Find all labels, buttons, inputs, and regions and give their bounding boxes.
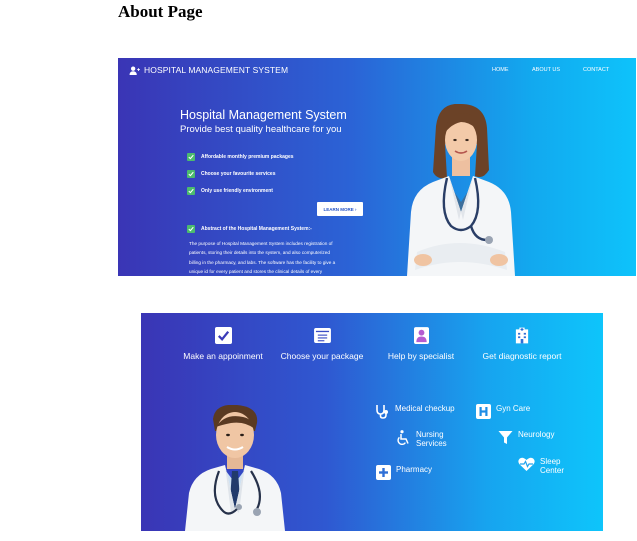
feature-check-item: Choose your favourite services [187,170,275,178]
check-label: Only use friendly environment [201,188,273,194]
service-label: Nursing Services [416,430,447,448]
doctor-image [185,405,285,531]
nav-about-us[interactable]: ABOUT US [532,67,560,73]
doctor-badge-icon [412,326,430,344]
stethoscope-icon [376,405,388,419]
hospital-h-icon [476,404,491,419]
service-label: Medical checkup [395,404,455,413]
wheelchair-icon [397,430,409,445]
check-icon [187,170,195,178]
hero-subtitle: Provide best quality healthcare for you [180,124,342,135]
feature-label: Choose your package [280,351,364,361]
nav-contact[interactable]: CONTACT [583,67,609,73]
service-pharmacy[interactable]: Pharmacy [376,465,432,480]
service-label: Sleep Center [540,457,564,475]
service-label-line: Sleep [540,457,561,466]
nav-home[interactable]: HOME [492,67,509,73]
hero-title: Hospital Management System [180,108,347,122]
feature-label: Get diagnostic report [482,351,562,361]
feature-check-item: Only use friendly environment [187,187,273,195]
page-title: About Page [118,2,203,21]
feature-label: Make an appoinment [183,351,263,361]
nurse-image [407,104,515,276]
feature-package[interactable]: Choose your package [277,326,367,361]
abstract-line: billing in the pharmacy, and labs. The s… [189,259,336,265]
check-label: Affordable monthly premium packages [201,154,294,160]
heart-pulse-icon [518,457,535,471]
abstract-line: The purpose of Hospital Management Syste… [189,241,333,246]
check-icon [187,153,195,161]
abstract-line: patients, storing their details into the… [189,250,330,256]
service-sleep-center[interactable]: Sleep Center [518,457,564,475]
check-label: Choose your favourite services [201,171,276,177]
brand-name: HOSPITAL MANAGEMENT SYSTEM [144,65,289,75]
feature-label: Help by specialist [387,351,455,361]
service-label: Pharmacy [396,465,433,474]
service-medical-checkup[interactable]: Medical checkup [375,404,455,419]
service-label-line: Services [416,439,447,448]
feature-appointment[interactable]: Make an appoinment [177,326,269,361]
brand-logo[interactable]: HOSPITAL MANAGEMENT SYSTEM [129,65,288,75]
feature-specialist[interactable]: Help by specialist [381,326,461,361]
service-label-line: Center [540,466,565,475]
user-plus-icon [129,66,140,75]
services-banner: Make an appoinment Choose your package H… [141,313,603,531]
check-icon [187,225,195,233]
check-icon [187,187,195,195]
feature-diagnostic[interactable]: Get diagnostic report [473,326,571,361]
filter-funnel-icon [498,431,513,444]
learn-more-button[interactable]: LEARN MORE › [317,202,363,216]
service-neurology[interactable]: Neurology [498,430,554,445]
feature-check-item: Affordable monthly premium packages [187,153,294,161]
hero-banner: HOSPITAL MANAGEMENT SYSTEM HOME ABOUT US… [118,58,636,276]
list-window-icon [313,326,331,344]
plus-cross-icon [376,465,391,480]
service-gyn-care[interactable]: Gyn Care [476,404,530,419]
service-nursing[interactable]: Nursing Services [396,430,447,448]
service-label-line: Nursing [416,430,444,439]
service-label: Gyn Care [496,404,531,413]
hospital-building-icon [513,326,531,344]
abstract-title: Abstract of the Hospital Management Syst… [187,225,312,233]
abstract-line: unique id for every patient and stores t… [189,269,323,275]
service-label: Neurology [518,430,555,439]
checkbox-icon [214,326,232,344]
abstract-title-text: Abstract of the Hospital Management Syst… [201,226,312,232]
abstract-text: The purpose of Hospital Management Syste… [189,239,369,276]
